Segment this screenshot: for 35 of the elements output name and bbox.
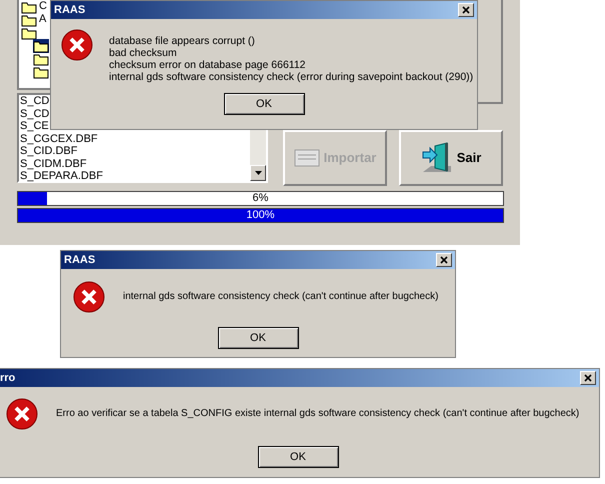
scroll-down-button[interactable]	[250, 165, 266, 181]
exit-button[interactable]: Sair	[399, 130, 503, 186]
file-list-item[interactable]: S_DEPARA.DBF	[20, 170, 103, 182]
close-button[interactable]	[436, 253, 452, 267]
progress-label: 100%	[245, 209, 276, 222]
error-icon	[61, 29, 93, 61]
error-message: Erro ao verificar se a tabela S_CONFIG existe internal gds software consistency check (can't continue after bugcheck)	[56, 408, 580, 420]
file-list-item[interactable]: S_CIDM.DBF	[20, 158, 87, 170]
file-list-item[interactable]: S_CD	[20, 108, 50, 120]
error-message: internal gds software consistency check (can't continue after bugcheck)	[123, 291, 438, 303]
error-message: checksum error on database page 666112	[109, 59, 307, 71]
window-title: RAAS	[64, 252, 96, 268]
error-message: database file appears corrupt ()	[109, 35, 256, 47]
progress-label: 6%	[252, 192, 270, 205]
close-button[interactable]	[458, 3, 474, 17]
error-message: bad checksum	[109, 47, 178, 59]
ok-button[interactable]: OK	[224, 93, 304, 115]
error-message: internal gds software consistency check (error during savepoint backout (290))	[109, 71, 474, 83]
ok-button[interactable]: OK	[258, 446, 338, 468]
close-icon	[462, 6, 470, 14]
file-list-item[interactable]: S_CD	[20, 95, 50, 108]
close-icon	[584, 374, 592, 382]
file-list-item[interactable]: S_CE	[20, 120, 49, 132]
close-button[interactable]	[580, 371, 596, 385]
window-title: RAAS	[54, 2, 86, 18]
exit-door-icon	[420, 142, 453, 174]
ok-button[interactable]: OK	[218, 327, 298, 349]
window-title: rro	[0, 370, 16, 386]
document-icon	[294, 149, 320, 167]
close-icon	[440, 256, 448, 264]
caret-down-icon	[254, 171, 262, 175]
file-list-item[interactable]: S_CGCEX.DBF	[20, 132, 98, 145]
file-list-item[interactable]: S_CID.DBF	[20, 145, 78, 158]
error-icon	[73, 281, 105, 313]
error-icon	[6, 398, 38, 430]
